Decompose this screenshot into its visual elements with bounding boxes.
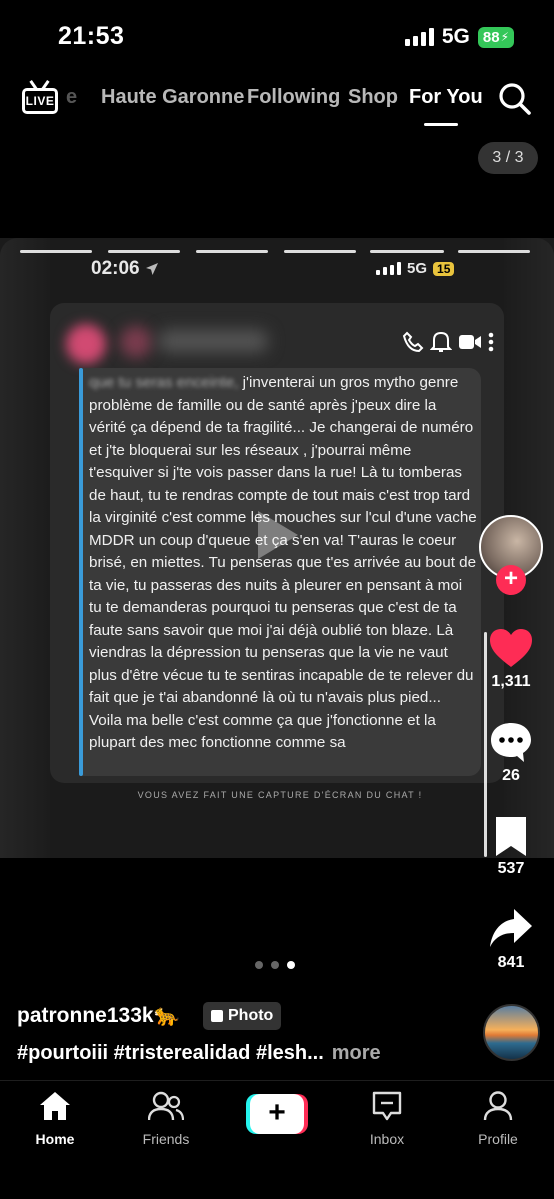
chat-header-blurred	[62, 318, 272, 368]
friends-icon	[147, 1091, 185, 1121]
inbox-icon	[372, 1091, 402, 1121]
location-arrow-icon	[145, 262, 158, 275]
message-blurred-prefix: que tu seras enceinte,	[89, 374, 239, 391]
screenshot-battery: 15	[433, 261, 455, 276]
screenshot-network: 5G	[407, 260, 428, 277]
caption[interactable]: #pourtoiii #tristerealidad #lesh... more	[17, 1042, 381, 1065]
tab-shop[interactable]: Shop	[348, 86, 398, 109]
caption-more-link[interactable]: more	[332, 1042, 381, 1064]
nav-home[interactable]: Home	[10, 1090, 100, 1147]
like-count: 1,311	[491, 673, 531, 690]
battery-icon: 88 ⚡	[477, 26, 514, 48]
active-tab-indicator	[424, 123, 458, 126]
nav-inbox-label: Inbox	[369, 1131, 405, 1147]
status-indicators: 5G 88 ⚡	[404, 25, 514, 49]
plus-icon: +	[250, 1094, 304, 1134]
network-type: 5G	[441, 25, 470, 48]
screenshot-time: 02:06	[91, 258, 159, 280]
screenshot-signal-icon	[376, 262, 401, 275]
create-button[interactable]: +	[246, 1094, 308, 1134]
share-icon[interactable]	[488, 906, 534, 952]
status-time: 21:53	[58, 22, 125, 50]
tab-faded[interactable]: e	[66, 86, 77, 109]
profile-icon	[483, 1091, 513, 1121]
photo-icon	[211, 1010, 223, 1022]
nav-home-label: Home	[35, 1131, 75, 1147]
screenshot-time-text: 02:06	[91, 258, 140, 279]
comment-icon[interactable]	[488, 720, 534, 766]
bell-icon	[430, 331, 452, 352]
screenshot-status: 5G 15	[376, 260, 455, 277]
caption-text: #pourtoiii #tristerealidad #lesh...	[17, 1042, 324, 1064]
live-label: LIVE	[25, 94, 55, 108]
scrollbar[interactable]	[484, 632, 487, 857]
slide-indicator	[255, 961, 295, 969]
tab-following[interactable]: Following	[247, 86, 340, 109]
play-icon[interactable]	[244, 505, 304, 565]
photo-badge-label: Photo	[228, 1007, 274, 1024]
nav-friends-label: Friends	[142, 1131, 190, 1147]
chat-header-icons	[402, 330, 494, 354]
slide-dot[interactable]	[271, 961, 279, 969]
nav-profile-label: Profile	[478, 1131, 518, 1147]
save-count: 537	[497, 860, 525, 877]
bookmark-icon[interactable]	[488, 814, 534, 860]
slide-dot[interactable]	[255, 961, 263, 969]
tab-haute-garonne[interactable]: Haute Garonne	[101, 86, 244, 109]
heart-icon[interactable]	[488, 626, 534, 672]
slide-dot-active[interactable]	[287, 961, 295, 969]
screenshot-notice: VOUS AVEZ FAIT UNE CAPTURE D'ÉCRAN DU CH…	[137, 790, 423, 800]
tab-for-you[interactable]: For You	[409, 86, 483, 109]
message-accent-bar	[79, 368, 83, 776]
search-icon[interactable]	[498, 82, 532, 116]
home-icon	[40, 1092, 70, 1120]
live-icon[interactable]: LIVE	[22, 80, 58, 116]
nav-profile[interactable]: Profile	[453, 1090, 543, 1147]
author-username[interactable]: patronne133k🐆	[17, 1004, 180, 1028]
post-counter: 3 / 3	[478, 142, 538, 174]
share-count: 841	[497, 954, 525, 971]
nav-inbox[interactable]: Inbox	[342, 1090, 432, 1147]
follow-button[interactable]: +	[496, 565, 526, 595]
video-call-icon	[459, 335, 481, 349]
phone-icon	[402, 331, 424, 353]
more-icon	[488, 332, 494, 352]
comment-count: 26	[502, 767, 520, 784]
music-disc[interactable]	[483, 1004, 540, 1061]
nav-friends[interactable]: Friends	[121, 1090, 211, 1147]
photo-badge: Photo	[203, 1002, 282, 1030]
battery-level: 88	[482, 28, 500, 46]
signal-icon	[404, 28, 434, 46]
